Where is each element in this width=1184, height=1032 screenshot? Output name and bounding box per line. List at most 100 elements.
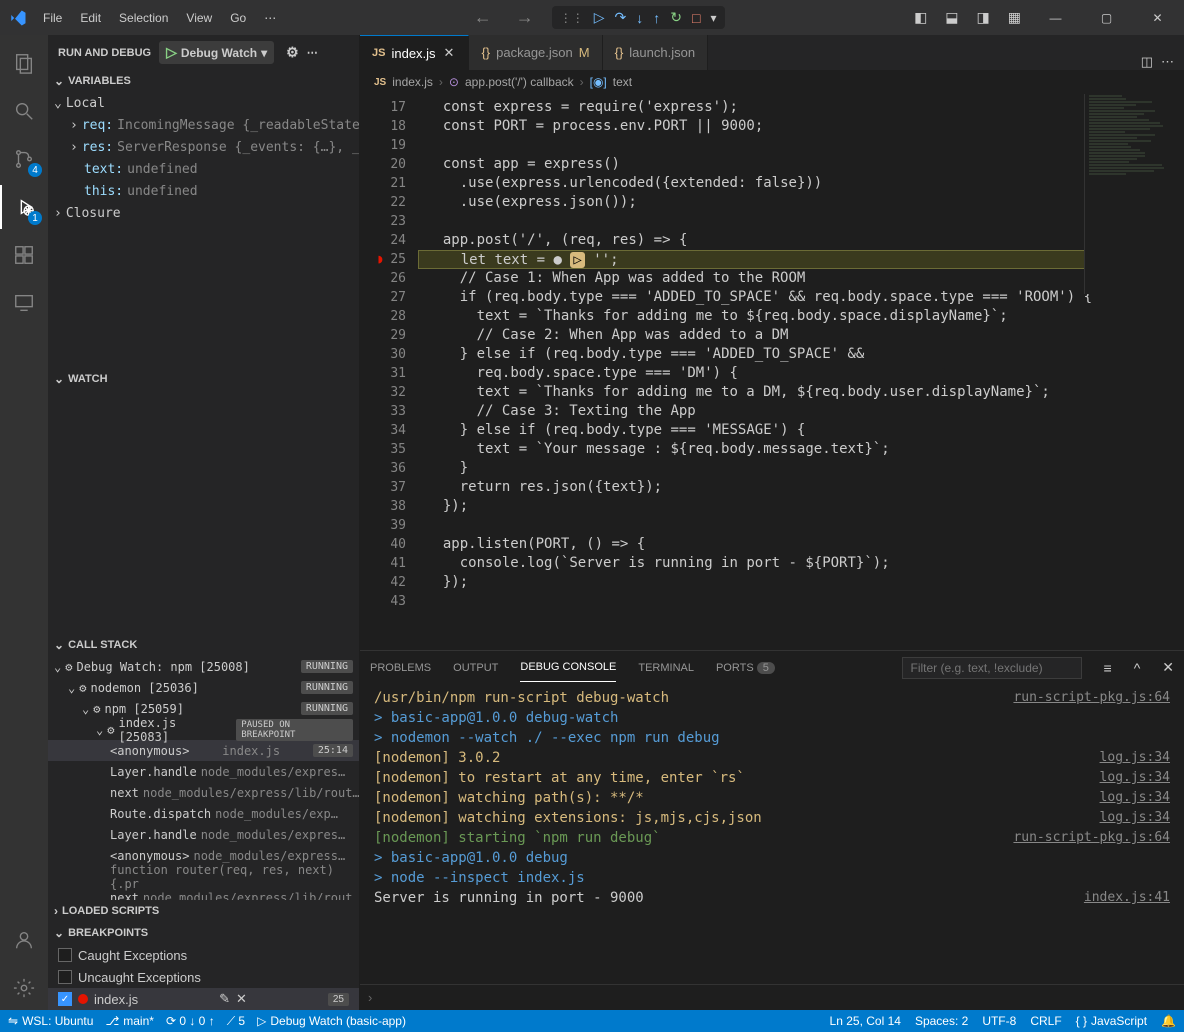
section-watch[interactable]: ⌄WATCH — [48, 368, 359, 390]
menu-edit[interactable]: Edit — [72, 5, 109, 31]
debug-dropdown-icon[interactable]: ▾ — [710, 11, 716, 25]
section-callstack[interactable]: ⌄CALL STACK — [48, 634, 359, 656]
gear-icon[interactable]: ⚙ — [286, 44, 299, 61]
tab-launch[interactable]: {}launch.json — [603, 35, 708, 70]
filter-icon[interactable]: ≡ — [1104, 660, 1112, 676]
nav-fwd-icon[interactable]: → — [510, 7, 540, 28]
section-breakpoints[interactable]: ⌄BREAKPOINTS — [48, 922, 359, 944]
explorer-icon[interactable] — [0, 41, 48, 85]
debug-icon[interactable]: 1 — [0, 185, 48, 229]
code-editor[interactable]: 1718192021222324252627282930313233343536… — [360, 94, 1184, 650]
checkbox-icon[interactable] — [58, 970, 72, 984]
checkbox-checked-icon[interactable]: ✓ — [58, 992, 72, 1006]
maximize-icon[interactable]: ^ — [1134, 660, 1141, 676]
cs-frame-4[interactable]: Layer.handle node_modules/expres… — [48, 824, 359, 845]
debug-config-label: Debug Watch — [181, 46, 257, 60]
var-this[interactable]: this: undefined — [48, 180, 359, 202]
status-encoding[interactable]: UTF-8 — [982, 1014, 1016, 1028]
window-maximize-icon[interactable]: ▢ — [1084, 0, 1129, 35]
layout-grid-icon[interactable]: ▦ — [1002, 5, 1027, 30]
console-filter-input[interactable] — [902, 657, 1082, 679]
scm-icon[interactable]: 4 — [0, 137, 48, 181]
status-spaces[interactable]: Spaces: 2 — [915, 1014, 968, 1028]
status-lang[interactable]: { } JavaScript — [1076, 1014, 1147, 1028]
scope-local[interactable]: ⌄Local — [48, 92, 359, 114]
sidebar-header: RUN AND DEBUG ▷ Debug Watch ▾ ⚙ ⋯ — [48, 35, 359, 70]
tab-problems[interactable]: PROBLEMS — [370, 654, 431, 682]
tab-package[interactable]: {}package.jsonM — [469, 35, 602, 70]
status-cursor[interactable]: Ln 25, Col 14 — [830, 1014, 901, 1028]
status-sync[interactable]: ⟳ 0 ↓ 0 ↑ — [166, 1014, 215, 1028]
nav-back-icon[interactable]: ← — [468, 7, 498, 28]
menu-file[interactable]: File — [35, 5, 70, 31]
remote-icon[interactable] — [0, 281, 48, 325]
bp-caught[interactable]: Caught Exceptions — [48, 944, 359, 966]
debug-stop-icon[interactable]: □ — [692, 10, 700, 26]
status-debug[interactable]: ▷Debug Watch (basic-app) — [257, 1014, 406, 1028]
menu-go[interactable]: Go — [222, 5, 254, 31]
bp-uncaught[interactable]: Uncaught Exceptions — [48, 966, 359, 988]
extensions-icon[interactable] — [0, 233, 48, 277]
more-icon[interactable]: ⋯ — [1161, 54, 1174, 70]
debug-continue-icon[interactable]: ▷ — [594, 9, 605, 26]
layout-right-icon[interactable]: ◨ — [971, 5, 996, 30]
menu-more[interactable]: ⋯ — [256, 5, 284, 31]
checkbox-icon[interactable] — [58, 948, 72, 962]
window-close-icon[interactable]: ✕ — [1135, 0, 1180, 35]
menu-view[interactable]: View — [178, 5, 220, 31]
cs-root[interactable]: ⌄ ⚙ Debug Watch: npm [25008]RUNNING — [48, 656, 359, 677]
bp-file[interactable]: ✓index.js✎✕25 — [48, 988, 359, 1010]
debug-stepin-icon[interactable]: ↓ — [636, 10, 643, 26]
status-bell-icon[interactable]: 🔔 — [1161, 1014, 1176, 1028]
cs-frame-6[interactable]: function router(req, res, next) {.pr — [48, 866, 359, 887]
tab-terminal[interactable]: TERMINAL — [638, 654, 694, 682]
debug-console[interactable]: run-script-pkg.js:64/usr/bin/npm run-scr… — [360, 684, 1184, 984]
layout-left-icon[interactable]: ◧ — [908, 5, 933, 30]
settings-icon[interactable] — [0, 966, 48, 1010]
debug-stepout-icon[interactable]: ↑ — [653, 10, 660, 26]
breadcrumbs[interactable]: JS index.js› ⊙app.post('/') callback› [◉… — [360, 70, 1184, 94]
cs-nodemon[interactable]: ⌄ ⚙ nodemon [25036]RUNNING — [48, 677, 359, 698]
close-icon[interactable]: ✕ — [442, 45, 457, 61]
debug-stepover-icon[interactable]: ↷ — [615, 9, 627, 26]
editor-tabs: JSindex.js✕ {}package.jsonM {}launch.jso… — [360, 35, 1184, 70]
var-text[interactable]: text: undefined — [48, 158, 359, 180]
status-ports[interactable]: ⟋ 5 — [227, 1014, 245, 1029]
edit-icon[interactable]: ✎ — [219, 991, 230, 1007]
account-icon[interactable] — [0, 918, 48, 962]
cs-frame-3[interactable]: Route.dispatch node_modules/exp… — [48, 803, 359, 824]
debug-restart-icon[interactable]: ↻ — [670, 9, 682, 26]
close-icon[interactable]: ✕ — [1162, 659, 1174, 676]
tab-ports[interactable]: PORTS 5 — [716, 654, 775, 682]
tab-output[interactable]: OUTPUT — [453, 654, 498, 682]
gutter[interactable]: 1718192021222324252627282930313233343536… — [360, 94, 418, 650]
status-remote[interactable]: ⇋WSL: Ubuntu — [8, 1014, 93, 1028]
debug-config-selector[interactable]: ▷ Debug Watch ▾ — [159, 41, 274, 64]
console-input[interactable]: › — [360, 984, 1184, 1010]
close-icon[interactable]: ✕ — [236, 991, 247, 1007]
chevron-right-icon: › — [368, 990, 372, 1005]
search-icon[interactable] — [0, 89, 48, 133]
scope-closure[interactable]: ›Closure — [48, 202, 359, 222]
more-icon[interactable]: ⋯ — [307, 46, 318, 59]
debug-icon: ▷ — [257, 1014, 266, 1028]
var-res[interactable]: ›res: ServerResponse {_events: {…}, _ev… — [48, 136, 359, 158]
status-branch[interactable]: ⎇main* — [105, 1014, 154, 1028]
cs-frame-2[interactable]: next node_modules/express/lib/rout… — [48, 782, 359, 803]
section-variables[interactable]: ⌄VARIABLES — [48, 70, 359, 92]
menu-selection[interactable]: Selection — [111, 5, 176, 31]
debug-drag-icon[interactable]: ⋮⋮ — [560, 11, 584, 25]
var-req[interactable]: ›req: IncomingMessage {_readableState: … — [48, 114, 359, 136]
window-minimize-icon[interactable]: — — [1033, 0, 1078, 35]
tab-index[interactable]: JSindex.js✕ — [360, 35, 469, 70]
cs-frame-1[interactable]: Layer.handle node_modules/expres… — [48, 761, 359, 782]
minimap[interactable] — [1084, 94, 1184, 294]
branch-icon: ⎇ — [105, 1014, 119, 1028]
cs-index[interactable]: ⌄ ⚙ index.js [25083]PAUSED ON BREAKPOINT — [48, 719, 359, 740]
split-icon[interactable]: ◫ — [1141, 54, 1153, 70]
section-loaded[interactable]: ›LOADED SCRIPTS — [48, 900, 359, 922]
code-content[interactable]: const express = require('express'); cons… — [418, 94, 1184, 650]
status-eol[interactable]: CRLF — [1030, 1014, 1061, 1028]
layout-bottom-icon[interactable]: ⬓ — [939, 5, 964, 30]
tab-debug-console[interactable]: DEBUG CONSOLE — [520, 653, 616, 682]
